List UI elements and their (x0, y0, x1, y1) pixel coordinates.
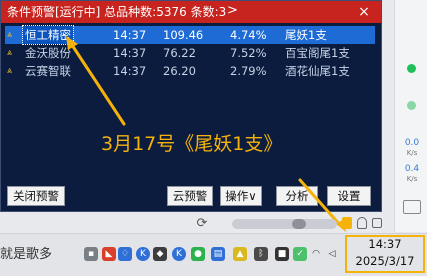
window-title: 条件预警[运行中] 总品种数:5376 条数:3 (7, 5, 227, 19)
app-icon[interactable]: ▲ (233, 247, 247, 261)
stock-name: 恒工精密 (22, 25, 74, 45)
app-icon[interactable]: ◆ (153, 247, 167, 261)
side-monitor-panel: 0.0 K/s 0.4 K/s (394, 0, 427, 232)
strategy-name: 百宝阁尾1支 (285, 46, 350, 60)
stock-name: 云赛智联 (25, 64, 71, 78)
k-app-icon[interactable]: K (136, 247, 150, 261)
download-speed: 0.4 K/s (404, 164, 420, 183)
app-icon[interactable]: ■ (275, 247, 289, 261)
status-green-icon (407, 64, 416, 73)
camera-icon[interactable] (403, 200, 421, 214)
settings-button[interactable]: 设置 (327, 186, 371, 206)
price-change: 4.74% (230, 28, 267, 42)
status-light-icon (407, 101, 416, 110)
overlay-caption: 3月17号《尾妖1支》 (101, 133, 283, 155)
clock-date: 2025/3/17 (355, 254, 415, 268)
button-bar: 关闭预警 云预警 操作∨ 分析 设置 (1, 183, 381, 211)
close-alert-button[interactable]: 关闭预警 (7, 186, 65, 206)
price-change: 7.52% (230, 46, 267, 60)
alert-up-icon: ⩓ (7, 66, 13, 76)
alert-row[interactable]: ⩓ 恒工精密 14:37 109.46 4.74% 尾妖1支 (5, 25, 375, 45)
strategy-name: 酒花仙尾1支 (285, 64, 350, 78)
alert-up-icon: ⩓ (7, 48, 13, 58)
alert-up-icon: ⩓ (7, 30, 13, 40)
mic-icon[interactable] (357, 217, 367, 229)
stock-price: 26.20 (163, 64, 196, 78)
alert-row[interactable]: ⩓ 金沃股份 14:37 76.22 7.52% 百宝阁尾1支 (5, 44, 375, 62)
title-bar[interactable]: 条件预警[运行中] 总品种数:5376 条数:3 > × (1, 1, 381, 23)
operate-dropdown-button[interactable]: 操作∨ (220, 186, 262, 206)
toolbar-slider-knob[interactable] (292, 219, 306, 229)
analyze-button[interactable]: 分析 (276, 186, 318, 206)
k-app-icon[interactable]: K (172, 247, 186, 261)
stock-alert-window: 条件预警[运行中] 总品种数:5376 条数:3 > × ⩓ 恒工精密 14:3… (0, 0, 382, 212)
taskbar-marquee-text: 就是歌多 (0, 247, 53, 262)
toolbar-slider[interactable] (232, 219, 337, 229)
app-icon[interactable]: ▪ (84, 247, 98, 261)
cloud-alert-button[interactable]: 云预警 (167, 186, 213, 206)
clock-time: 14:37 (368, 237, 402, 251)
shield-icon[interactable]: ♢ (118, 247, 132, 261)
refresh-icon[interactable]: ⟳ (195, 217, 209, 231)
app-tray-icon[interactable] (342, 217, 352, 229)
alert-row[interactable]: ⩓ 云赛智联 14:37 26.20 2.79% 酒花仙尾1支 (5, 62, 375, 80)
alert-time: 14:37 (113, 28, 147, 42)
price-change: 2.79% (230, 64, 267, 78)
app-icon[interactable]: ◣ (102, 247, 116, 261)
close-button[interactable]: × (353, 3, 375, 21)
volume-icon[interactable]: ◁ (325, 247, 339, 261)
window-icon[interactable] (372, 218, 382, 228)
alert-time: 14:37 (113, 46, 147, 60)
bluetooth-icon[interactable]: ᛒ (254, 247, 268, 261)
wechat-icon[interactable]: ● (191, 247, 205, 261)
stock-price: 109.46 (163, 28, 204, 42)
app-icon[interactable]: ✓ (293, 247, 307, 261)
wifi-icon[interactable]: ◠ (309, 247, 323, 261)
stock-price: 76.22 (163, 46, 196, 60)
alert-time: 14:37 (113, 64, 147, 78)
stock-name: 金沃股份 (25, 46, 71, 60)
upload-speed: 0.0 K/s (404, 138, 420, 157)
app-icon[interactable]: ▤ (211, 247, 225, 261)
expand-arrow-icon[interactable]: > (227, 3, 238, 19)
strategy-name: 尾妖1支 (285, 28, 327, 42)
